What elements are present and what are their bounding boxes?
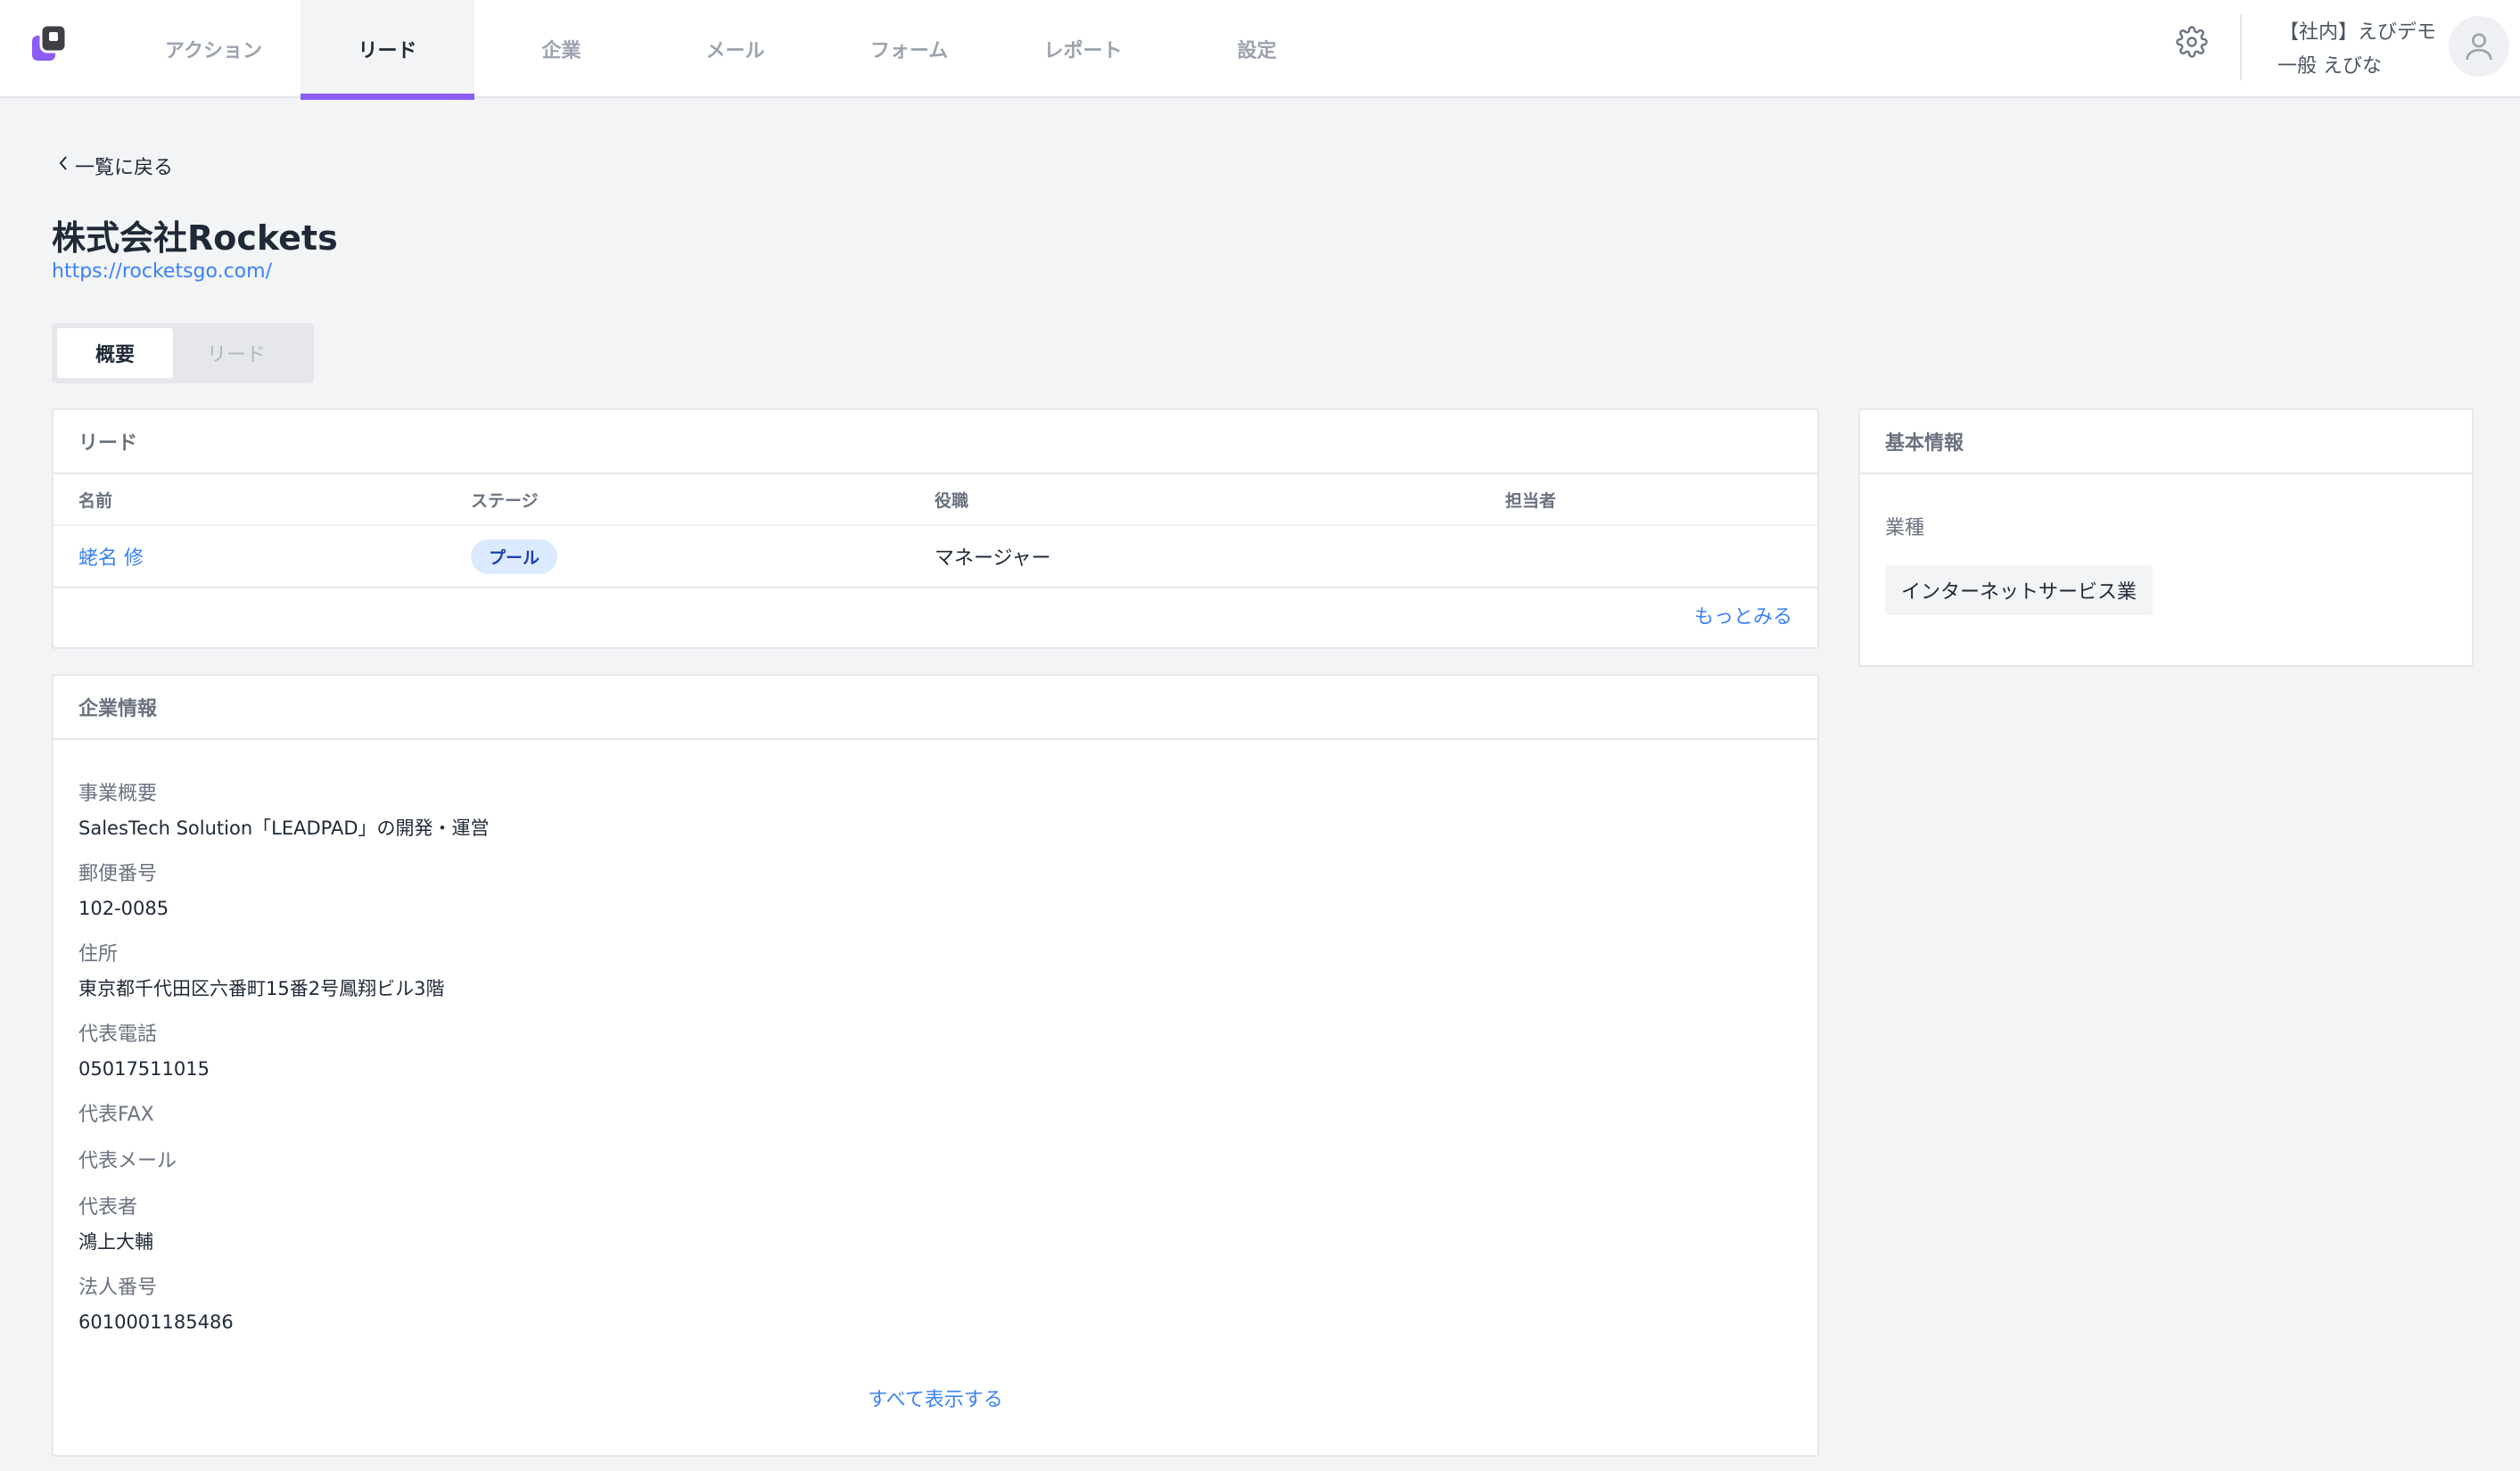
info-item-representative: 代表者 鴻上大輔 (78, 1195, 490, 1255)
user-organization[interactable]: 【社内】えびデモ (2279, 16, 2436, 45)
show-all-link[interactable]: すべて表示する (54, 1384, 1817, 1412)
see-more-link[interactable]: もっとみる (1694, 601, 1792, 629)
basic-info-card: 基本情報 業種 インターネットサービス業 (1858, 408, 2474, 667)
lead-name-link[interactable]: 蛯名 修 (78, 542, 144, 571)
column-header-owner: 担当者 (1505, 490, 1557, 511)
company-info-card: 企業情報 事業概要 SalesTech Solution「LEADPAD」の開発… (52, 674, 1819, 1457)
divider (2240, 14, 2242, 80)
field-label: 代表電話 (78, 1023, 158, 1046)
field-label: 代表FAX (78, 1104, 154, 1126)
company-info-list: 事業概要 SalesTech Solution「LEADPAD」の開発・運営 郵… (78, 781, 490, 1355)
back-to-list-link[interactable]: 一覧に戻る (57, 152, 173, 180)
basic-info-body: 業種 インターネットサービス業 (1885, 515, 2154, 615)
info-item-fax: 代表FAX (78, 1102, 490, 1129)
field-label: 代表メール (78, 1150, 177, 1172)
industry-label: 業種 (1885, 517, 1925, 539)
column-header-role: 役職 (935, 490, 969, 511)
table-header-row: 名前 ステージ 役職 担当者 (54, 474, 1817, 526)
user-icon (2466, 33, 2492, 61)
card-title: 基本情報 (1860, 410, 2472, 474)
field-label: 法人番号 (78, 1277, 158, 1299)
nav-item-reports[interactable]: レポート (996, 0, 1170, 98)
info-item-corporate-number: 法人番号 6010001185486 (78, 1275, 490, 1335)
leads-card: リード 名前 ステージ 役職 担当者 蛯名 修 プール マネージャー もっとみる (52, 408, 1819, 649)
company-url-link[interactable]: https://rocketsgo.com/ (52, 260, 272, 283)
nav-item-forms[interactable]: フォーム (822, 0, 996, 98)
nav-item-leads[interactable]: リード (301, 0, 474, 100)
field-value: 102-0085 (78, 898, 169, 919)
field-value: 鴻上大輔 (78, 1231, 153, 1253)
field-label: 事業概要 (78, 783, 158, 805)
info-item-postal-code: 郵便番号 102-0085 (78, 861, 490, 922)
info-item-email: 代表メール (78, 1148, 490, 1175)
info-item-phone: 代表電話 05017511015 (78, 1022, 490, 1082)
status-badge: プール (471, 538, 558, 574)
main-nav: アクション リード 企業 メール フォーム レポート 設定 (127, 0, 1344, 100)
nav-item-companies[interactable]: 企業 (474, 0, 648, 98)
nav-item-actions[interactable]: アクション (127, 0, 301, 98)
nav-item-mail[interactable]: メール (648, 0, 822, 98)
top-navigation-bar: アクション リード 企業 メール フォーム レポート 設定 【社内】えびデモ 一… (0, 0, 2520, 100)
industry-tag: インターネットサービス業 (1885, 565, 2154, 615)
field-value: SalesTech Solution「LEADPAD」の開発・運営 (78, 818, 490, 839)
column-header-stage: ステージ (471, 490, 539, 511)
field-label: 郵便番号 (78, 863, 158, 885)
field-value: 6010001185486 (78, 1311, 234, 1333)
info-item-address: 住所 東京都千代田区六番町15番2号鳳翔ビル3階 (78, 941, 490, 1002)
leads-table: 名前 ステージ 役職 担当者 蛯名 修 プール マネージャー (54, 474, 1817, 588)
info-item-business-summary: 事業概要 SalesTech Solution「LEADPAD」の開発・運営 (78, 781, 490, 842)
nav-item-settings[interactable]: 設定 (1170, 0, 1344, 98)
card-title: 企業情報 (54, 676, 1817, 740)
card-title: リード (54, 410, 1817, 474)
field-value: 東京都千代田区六番町15番2号鳳翔ビル3階 (78, 978, 445, 999)
field-label: 住所 (78, 943, 119, 966)
avatar[interactable] (2449, 16, 2509, 77)
lead-role: マネージャー (935, 547, 1051, 570)
tab-bar: 概要 リード (52, 323, 314, 383)
user-name[interactable]: 一般 えびな (2277, 50, 2382, 78)
chevron-left-icon (57, 154, 70, 177)
back-link-label: 一覧に戻る (75, 157, 174, 179)
field-value: 05017511015 (78, 1058, 210, 1080)
app-logo-icon[interactable] (32, 23, 70, 62)
field-label: 代表者 (78, 1196, 138, 1219)
gear-icon[interactable] (2176, 26, 2208, 58)
page-title: 株式会社Rockets (52, 218, 338, 258)
tab-leads[interactable]: リード (178, 328, 294, 378)
column-header-name: 名前 (78, 490, 113, 511)
table-row: 蛯名 修 プール マネージャー (54, 526, 1817, 588)
tab-overview[interactable]: 概要 (57, 328, 173, 378)
